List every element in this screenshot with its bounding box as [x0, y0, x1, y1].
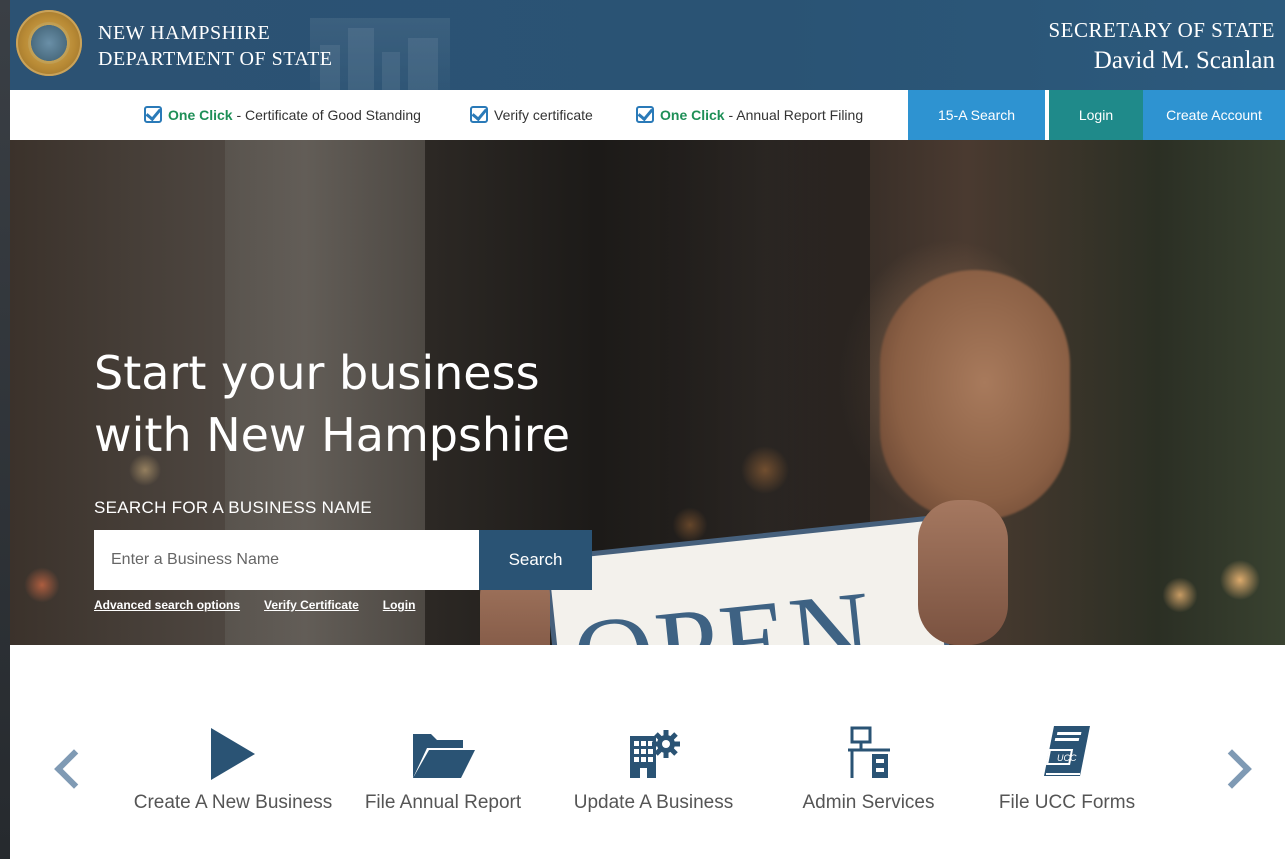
ucc-book-icon: UCC: [1044, 726, 1090, 776]
quick-link-text: - Certificate of Good Standing: [232, 106, 421, 123]
checkbox-check-icon: [470, 106, 488, 123]
open-sign-image: OPEN: [542, 515, 963, 645]
quick-link-text: - Annual Report Filing: [724, 106, 864, 123]
advanced-search-link[interactable]: Advanced search options: [94, 598, 240, 612]
building-gear-icon: [629, 730, 680, 778]
search-label: SEARCH FOR A BUSINESS NAME: [94, 498, 372, 517]
search-button[interactable]: Search: [479, 530, 592, 590]
service-label: Update A Business: [573, 792, 734, 813]
quick-nav-bar: One Click - Certificate of Good Standing…: [10, 90, 1285, 140]
chevron-left-icon[interactable]: [54, 749, 94, 789]
office-holder: David M. Scanlan: [1093, 47, 1275, 74]
quick-link-text: Verify certificate: [494, 106, 593, 123]
quick-link-annual-report[interactable]: One Click - Annual Report Filing: [636, 106, 863, 123]
folder-open-icon: [413, 734, 475, 778]
quick-link-verify-certificate[interactable]: Verify certificate: [470, 106, 593, 123]
hero-title-line-2: with New Hampshire: [94, 408, 571, 462]
quick-link-good-standing[interactable]: One Click - Certificate of Good Standing: [144, 106, 421, 123]
service-label: File UCC Forms: [998, 792, 1136, 813]
department-line-2: DEPARTMENT OF STATE: [98, 48, 333, 70]
login-button[interactable]: Login: [1049, 90, 1143, 140]
service-update-business[interactable]: Update A Business: [566, 700, 741, 814]
service-admin-services[interactable]: Admin Services: [786, 700, 951, 814]
site-header: NEW HAMPSHIRE DEPARTMENT OF STATE SECRET…: [10, 0, 1285, 90]
play-icon: [211, 728, 255, 780]
hero-links: Advanced search options Verify Certifica…: [94, 598, 415, 612]
state-seal-icon[interactable]: [16, 10, 82, 76]
login-link[interactable]: Login: [383, 598, 416, 612]
secretary-of-state: SECRETARY OF STATE David M. Scanlan: [1048, 18, 1275, 75]
hero-person-image: [880, 270, 1070, 520]
hero-banner: OPEN Start your business with New Hampsh…: [10, 140, 1285, 645]
hero-title: Start your business with New Hampshire: [94, 342, 570, 466]
open-sign-text: OPEN: [567, 567, 880, 645]
business-name-search-input[interactable]: [94, 530, 479, 590]
hero-title-line-1: Start your business: [94, 346, 540, 400]
office-title: SECRETARY OF STATE: [1048, 18, 1275, 42]
create-account-button[interactable]: Create Account: [1143, 90, 1285, 140]
hand-image: [918, 500, 1008, 645]
page: NEW HAMPSHIRE DEPARTMENT OF STATE SECRET…: [10, 0, 1285, 859]
svg-text:UCC: UCC: [1057, 753, 1077, 763]
department-line-1: NEW HAMPSHIRE: [98, 22, 271, 44]
chevron-right-icon[interactable]: [1212, 749, 1252, 789]
service-label: Admin Services: [802, 792, 935, 813]
quick-link-strong: One Click: [660, 106, 725, 123]
service-file-annual-report[interactable]: File Annual Report: [358, 700, 528, 814]
service-label: File Annual Report: [364, 792, 522, 813]
15a-search-button[interactable]: 15-A Search: [908, 90, 1045, 140]
service-create-business[interactable]: Create A New Business: [128, 700, 338, 814]
workstation-icon: [847, 726, 890, 778]
quick-link-strong: One Click: [168, 106, 233, 123]
checkbox-check-icon: [144, 106, 162, 123]
services-carousel: Create A New Business File Annual Report: [10, 645, 1285, 859]
checkbox-check-icon: [636, 106, 654, 123]
service-file-ucc-forms[interactable]: UCC File UCC Forms: [992, 700, 1142, 814]
department-name[interactable]: NEW HAMPSHIRE DEPARTMENT OF STATE: [98, 20, 333, 72]
service-label: Create A New Business: [133, 792, 333, 813]
verify-certificate-link[interactable]: Verify Certificate: [264, 598, 359, 612]
